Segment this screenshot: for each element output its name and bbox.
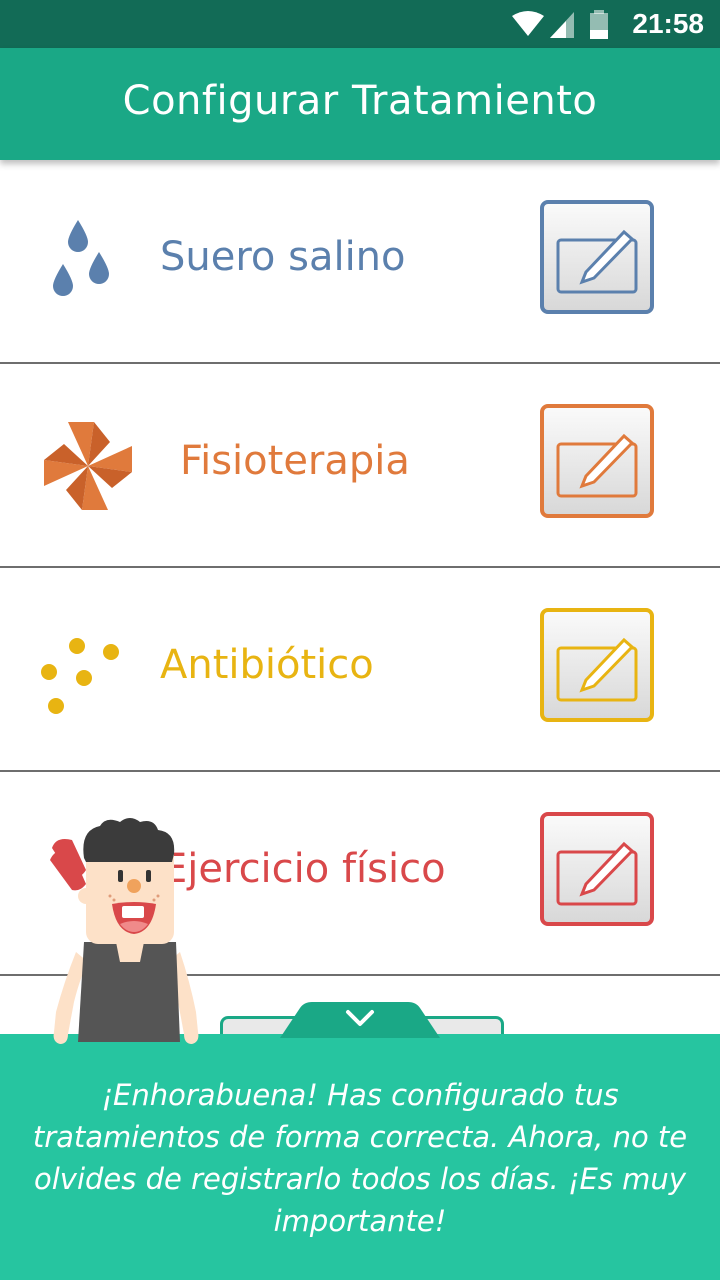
treatment-label-fisioterapia: Fisioterapia [180,438,410,484]
edit-icon [556,637,638,702]
page-title: Configurar Tratamiento [122,78,598,124]
edit-button-suero-salino[interactable] [540,200,654,314]
treatment-row-antibiotico: Antibiótico [0,568,720,772]
treatment-label-antibiotico: Antibiótico [160,642,374,688]
edit-button-ejercicio-fisico[interactable] [540,812,654,926]
edit-icon [556,229,638,294]
treatment-row-suero-salino: Suero salino [0,160,720,364]
battery-icon [590,10,608,39]
mascot-character [52,818,199,1044]
treatment-row-fisioterapia: Fisioterapia [0,364,720,568]
edit-button-antibiotico[interactable] [540,608,654,722]
edit-button-fisioterapia[interactable] [540,404,654,518]
treatment-label-suero-salino: Suero salino [160,234,406,280]
edit-icon [556,841,638,906]
app-bar: Configurar Tratamiento [0,48,720,160]
pills-icon [41,638,119,714]
wifi-icon [512,11,544,36]
droplets-icon [53,220,109,296]
collapse-tab[interactable] [280,1002,440,1038]
pinwheel-icon [44,422,132,510]
status-icons [512,10,608,39]
congrats-message: ¡Enhorabuena! Has configurado tus tratam… [32,1078,688,1238]
signal-icon [550,12,574,38]
status-time: 21:58 [632,8,704,39]
status-bar: 21:58 [0,0,720,48]
edit-icon [556,433,638,498]
